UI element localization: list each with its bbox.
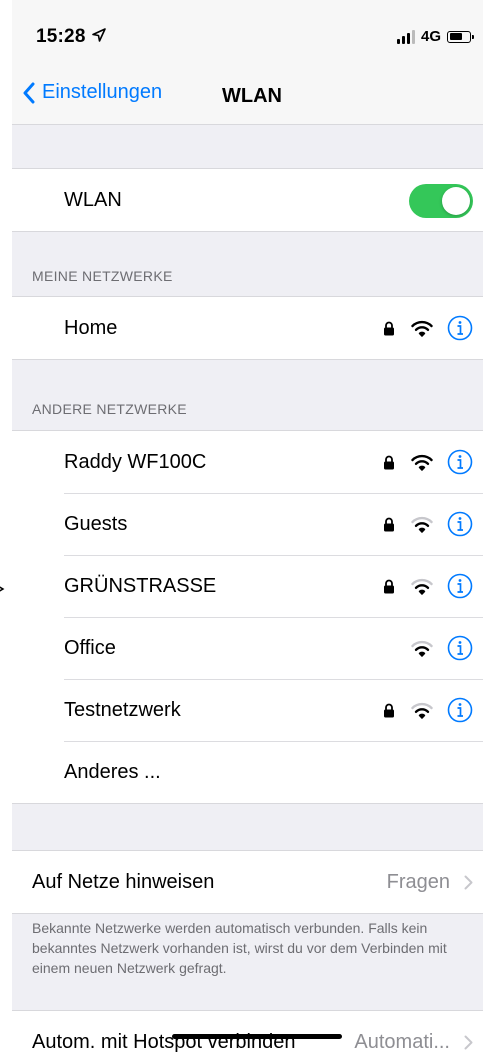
network-name: Home — [64, 316, 118, 339]
ask-join-detail: Fragen — [387, 871, 473, 894]
wifi-medium-icon — [411, 578, 433, 595]
network-name: Office — [64, 636, 116, 659]
wlan-toggle-row: WLAN — [0, 169, 495, 231]
toggle-knob — [442, 187, 470, 215]
wlan-settings-screen: 15:28 4G Einstellungen WLAN WLAN MEINE N… — [0, 0, 495, 1052]
other-network-label: Anderes ... — [64, 760, 161, 783]
other-networks-group: Raddy WF100C Guests GRÜNSTRASSE Office T… — [0, 430, 495, 804]
network-icons — [383, 555, 473, 617]
network-row-guests[interactable]: Guests — [0, 493, 495, 555]
wifi-full-icon — [411, 454, 433, 471]
wifi-medium-icon — [411, 640, 433, 657]
my-networks-group: Home — [0, 296, 495, 360]
network-icons — [383, 493, 473, 555]
auto-hotspot-detail: Automati... — [354, 1031, 473, 1052]
network-name: Guests — [64, 512, 128, 535]
back-label: Einstellungen — [42, 81, 163, 103]
network-name: Testnetzwerk — [64, 698, 181, 721]
right-frame-edge — [483, 0, 495, 1052]
ask-join-value: Fragen — [386, 870, 450, 893]
page-title: WLAN — [222, 85, 282, 107]
network-row-testnetzwerk[interactable]: Testnetzwerk — [0, 679, 495, 741]
network-row-gruenstrasse[interactable]: GRÜNSTRASSE — [0, 555, 495, 617]
ask-join-row[interactable]: Auf Netze hinweisen Fragen — [0, 851, 495, 913]
info-icon[interactable] — [447, 315, 473, 341]
wlan-toggle-switch[interactable] — [409, 184, 473, 218]
wifi-medium-icon — [411, 702, 433, 719]
status-bar: 15:28 4G — [0, 0, 495, 75]
network-row-office[interactable]: Office — [0, 617, 495, 679]
ask-join-group: Auf Netze hinweisen Fragen — [0, 850, 495, 914]
wlan-toggle-group: WLAN — [0, 168, 495, 232]
network-icons — [411, 617, 473, 679]
lock-icon — [384, 579, 394, 593]
lock-icon — [384, 455, 394, 469]
info-icon[interactable] — [447, 511, 473, 537]
lock-icon — [384, 703, 394, 717]
auto-hotspot-value: Automati... — [354, 1030, 450, 1052]
network-row-raddy[interactable]: Raddy WF100C — [0, 431, 495, 493]
location-arrow-icon — [92, 28, 106, 42]
edge-marker-icon — [0, 586, 5, 592]
my-networks-header: MEINE NETZWERKE — [32, 268, 173, 284]
chevron-right-icon — [464, 1035, 473, 1049]
home-indicator[interactable] — [172, 1034, 342, 1039]
lock-icon — [384, 517, 394, 531]
chevron-left-icon — [23, 82, 35, 103]
info-icon[interactable] — [447, 449, 473, 475]
info-icon[interactable] — [447, 573, 473, 599]
other-network-row[interactable]: Anderes ... — [0, 741, 495, 803]
status-time: 15:28 — [36, 26, 86, 47]
wifi-full-icon — [411, 320, 433, 337]
network-icons — [383, 679, 473, 741]
lock-icon — [384, 321, 394, 335]
info-icon[interactable] — [447, 697, 473, 723]
status-indicators: 4G — [396, 28, 474, 45]
chevron-right-icon — [464, 875, 473, 889]
ask-join-footer-note: Bekannte Netzwerke werden automatisch ve… — [32, 920, 447, 976]
auto-hotspot-group: Autom. mit Hotspot verbinden Automati... — [0, 1010, 495, 1052]
network-name: Raddy WF100C — [64, 450, 207, 473]
network-row-home[interactable]: Home — [0, 297, 495, 359]
network-type: 4G — [420, 28, 441, 45]
other-networks-header: ANDERE NETZWERKE — [32, 401, 187, 417]
left-frame-edge — [0, 0, 12, 1052]
ask-join-label: Auf Netze hinweisen — [32, 870, 215, 893]
battery-icon — [447, 30, 474, 43]
wlan-toggle-label: WLAN — [64, 188, 122, 211]
wifi-medium-icon — [411, 516, 433, 533]
auto-hotspot-row[interactable]: Autom. mit Hotspot verbinden Automati... — [0, 1011, 495, 1052]
network-icons — [383, 431, 473, 493]
back-button[interactable]: Einstellungen — [22, 81, 162, 104]
signal-bars-icon — [396, 29, 415, 44]
network-name: GRÜNSTRASSE — [64, 574, 217, 597]
network-icons — [383, 297, 473, 359]
navigation-bar: Einstellungen WLAN — [0, 75, 495, 125]
info-icon[interactable] — [447, 635, 473, 661]
